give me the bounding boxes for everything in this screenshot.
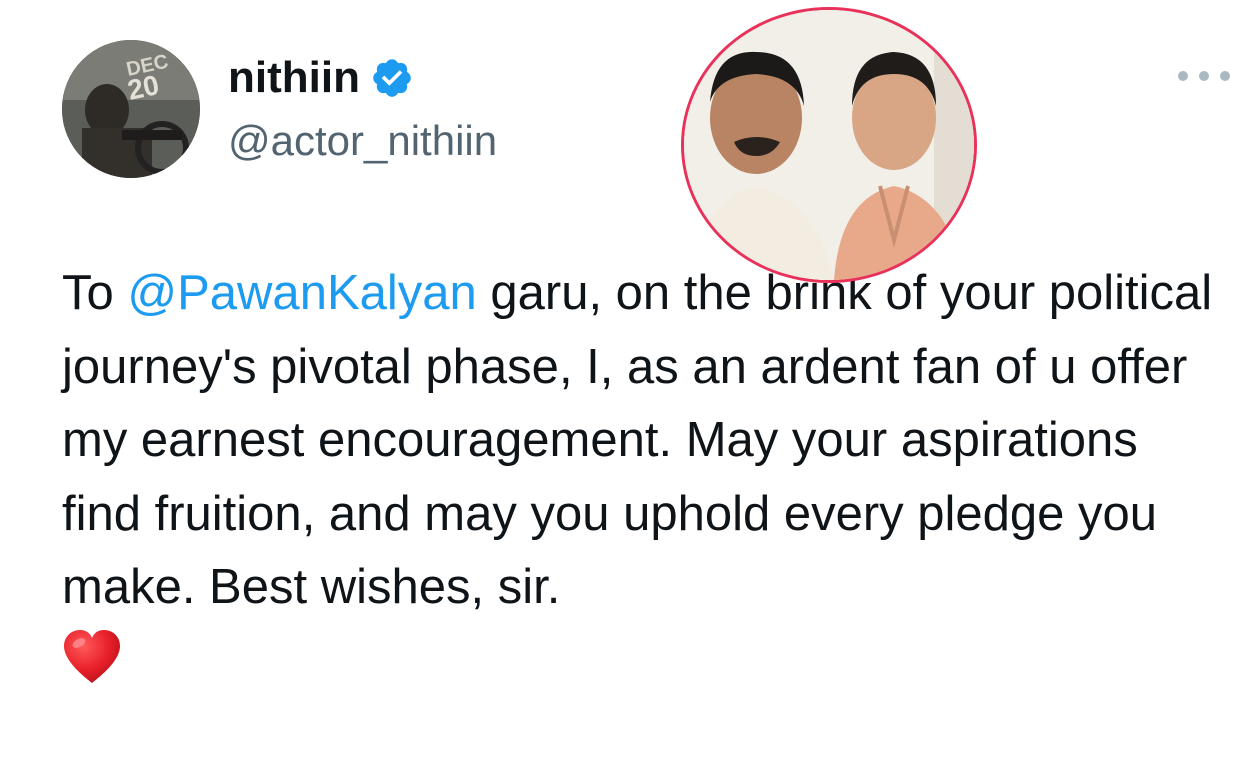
more-dot bbox=[1199, 71, 1209, 81]
tweet-text: To @PawanKalyan garu, on the brink of yo… bbox=[62, 257, 1222, 685]
more-dot bbox=[1178, 71, 1188, 81]
author-avatar[interactable]: DEC 20 bbox=[62, 40, 200, 178]
author-display-name[interactable]: nithiin bbox=[228, 50, 360, 106]
red-heart-icon bbox=[64, 629, 120, 683]
mention-link[interactable]: @PawanKalyan bbox=[127, 266, 476, 320]
tweet-card: DEC 20 nithiin @actor_nithiin To @PawanK… bbox=[0, 0, 1249, 762]
more-options-icon[interactable] bbox=[1178, 64, 1230, 88]
avatar-badge-day: 20 bbox=[125, 69, 162, 106]
tweet-photo[interactable] bbox=[681, 7, 977, 283]
more-dot bbox=[1220, 71, 1230, 81]
verified-badge-icon bbox=[370, 56, 414, 100]
author-handle[interactable]: @actor_nithiin bbox=[228, 113, 497, 169]
author-name-row[interactable]: nithiin bbox=[228, 50, 414, 106]
tweet-text-prefix: To bbox=[62, 266, 128, 320]
